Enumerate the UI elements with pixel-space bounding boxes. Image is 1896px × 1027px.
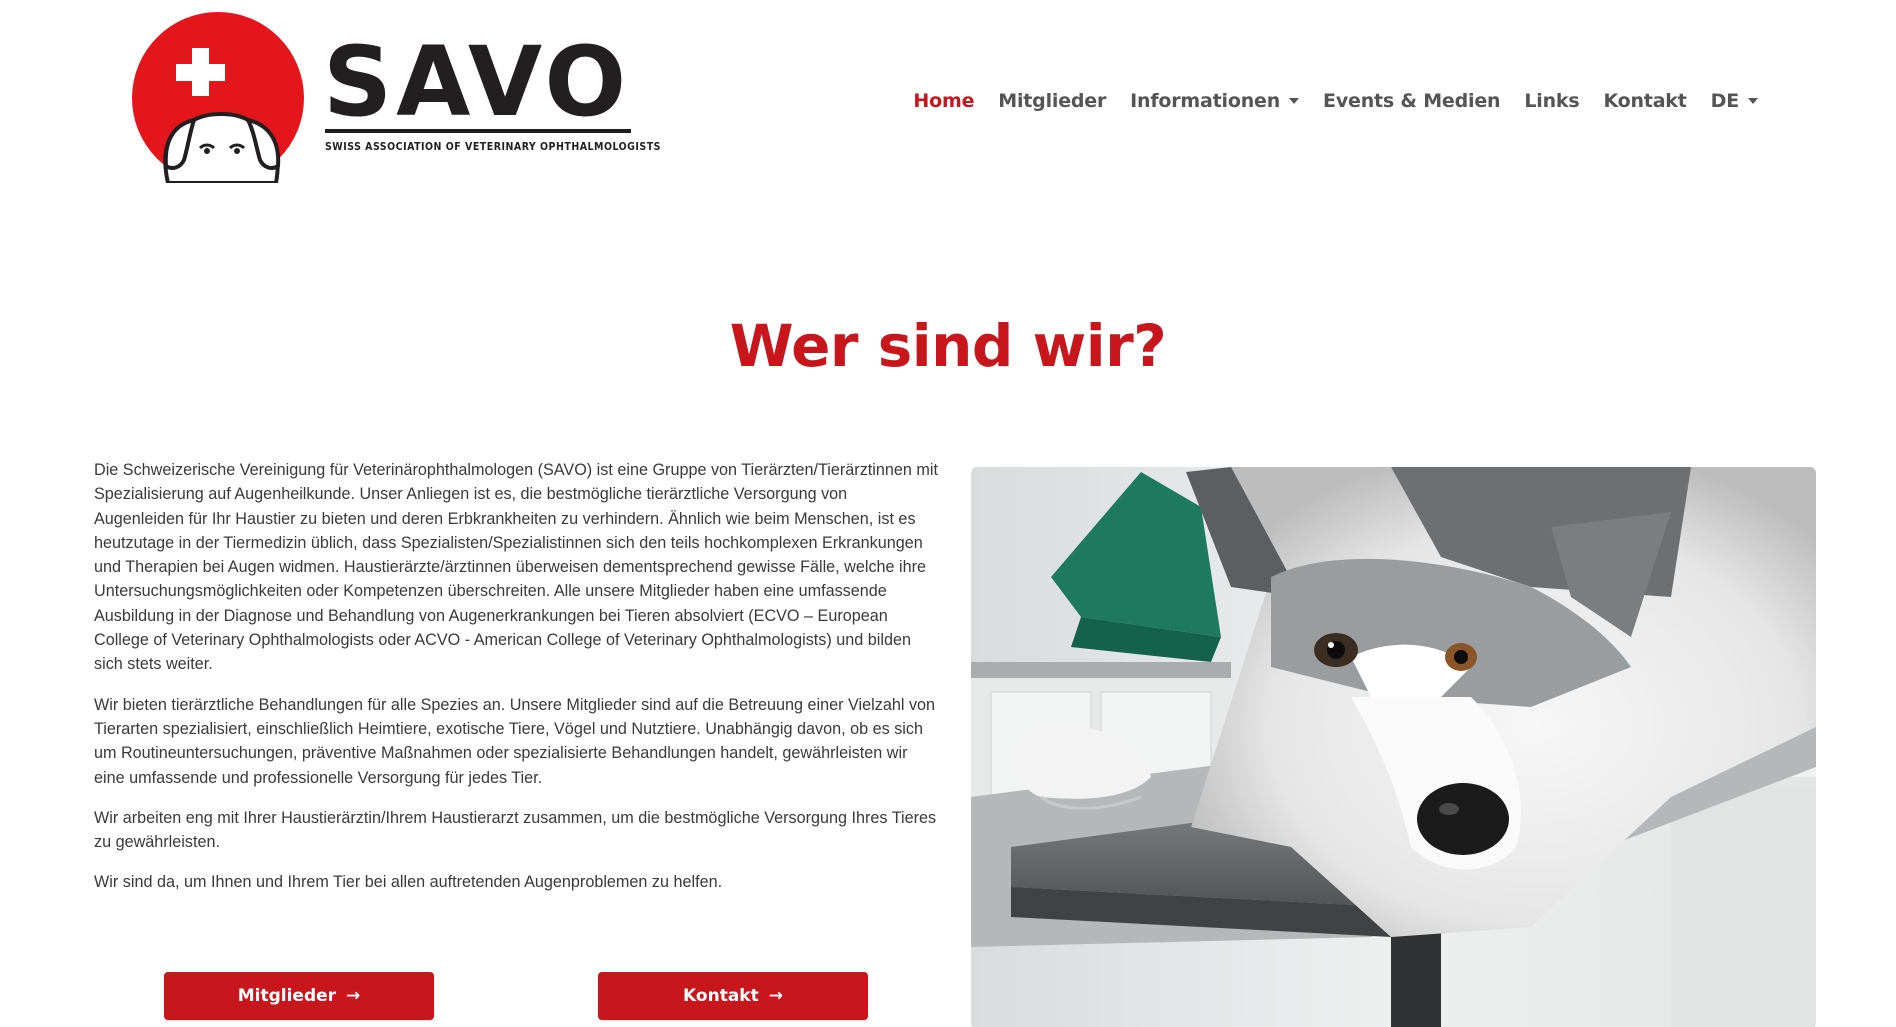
nav-label: Home (913, 90, 975, 112)
nav-mitglieder[interactable]: Mitglieder (986, 90, 1118, 112)
nav-links[interactable]: Links (1512, 90, 1591, 112)
page-title: Wer sind wir? (729, 312, 1167, 380)
nav-label: Links (1524, 90, 1580, 112)
nav-informationen[interactable]: Informationen (1118, 90, 1311, 112)
husky-photo (971, 467, 1816, 1027)
members-button[interactable]: Mitglieder → (164, 972, 434, 1020)
caret-down-icon (1748, 98, 1758, 104)
intro-paragraph: Wir sind da, um Ihnen und Ihrem Tier bei… (94, 873, 723, 892)
nav-label: Informationen (1130, 90, 1281, 112)
contact-button[interactable]: Kontakt → (598, 972, 868, 1020)
nav-events-medien[interactable]: Events & Medien (1311, 90, 1512, 112)
logo-divider (325, 129, 631, 133)
intro-paragraph: Die Schweizerische Vereinigung für Veter… (94, 461, 938, 674)
arrow-right-icon: → (346, 986, 361, 1006)
logo-wordmark: SAVO (323, 26, 631, 138)
logo-tagline: SWISS ASSOCIATION OF VETERINARY OPHTHALM… (325, 141, 661, 153)
nav-label: Mitglieder (998, 90, 1107, 112)
main-nav: Home Mitglieder Informationen Events & Medi… (901, 90, 1770, 112)
intro-paragraph: Wir arbeiten eng mit Ihrer Haustierärzti… (94, 808, 937, 852)
contact-button-label: Kontakt (683, 986, 759, 1006)
intro-paragraph: Wir bieten tierärztliche Behandlungen fü… (94, 695, 936, 787)
savo-logo[interactable]: SAVO SWISS ASSOCIATION OF VETERINARY OPH… (130, 8, 661, 183)
arrow-right-icon: → (768, 986, 783, 1006)
nav-label: Events & Medien (1323, 90, 1501, 112)
members-button-label: Mitglieder (237, 986, 337, 1006)
husky-on-table-image (971, 467, 1816, 1027)
site-header: SAVO SWISS ASSOCIATION OF VETERINARY OPH… (0, 0, 1896, 190)
intro-text: Die Schweizerische Vereinigung für Veter… (94, 458, 939, 911)
nav-home[interactable]: Home (901, 90, 986, 112)
caret-down-icon (1289, 98, 1300, 104)
nav-language[interactable]: DE (1699, 90, 1770, 112)
nav-label: DE (1710, 90, 1740, 112)
nav-label: Kontakt (1603, 90, 1687, 112)
nav-kontakt[interactable]: Kontakt (1591, 90, 1698, 112)
logo-mark-icon (132, 12, 304, 183)
